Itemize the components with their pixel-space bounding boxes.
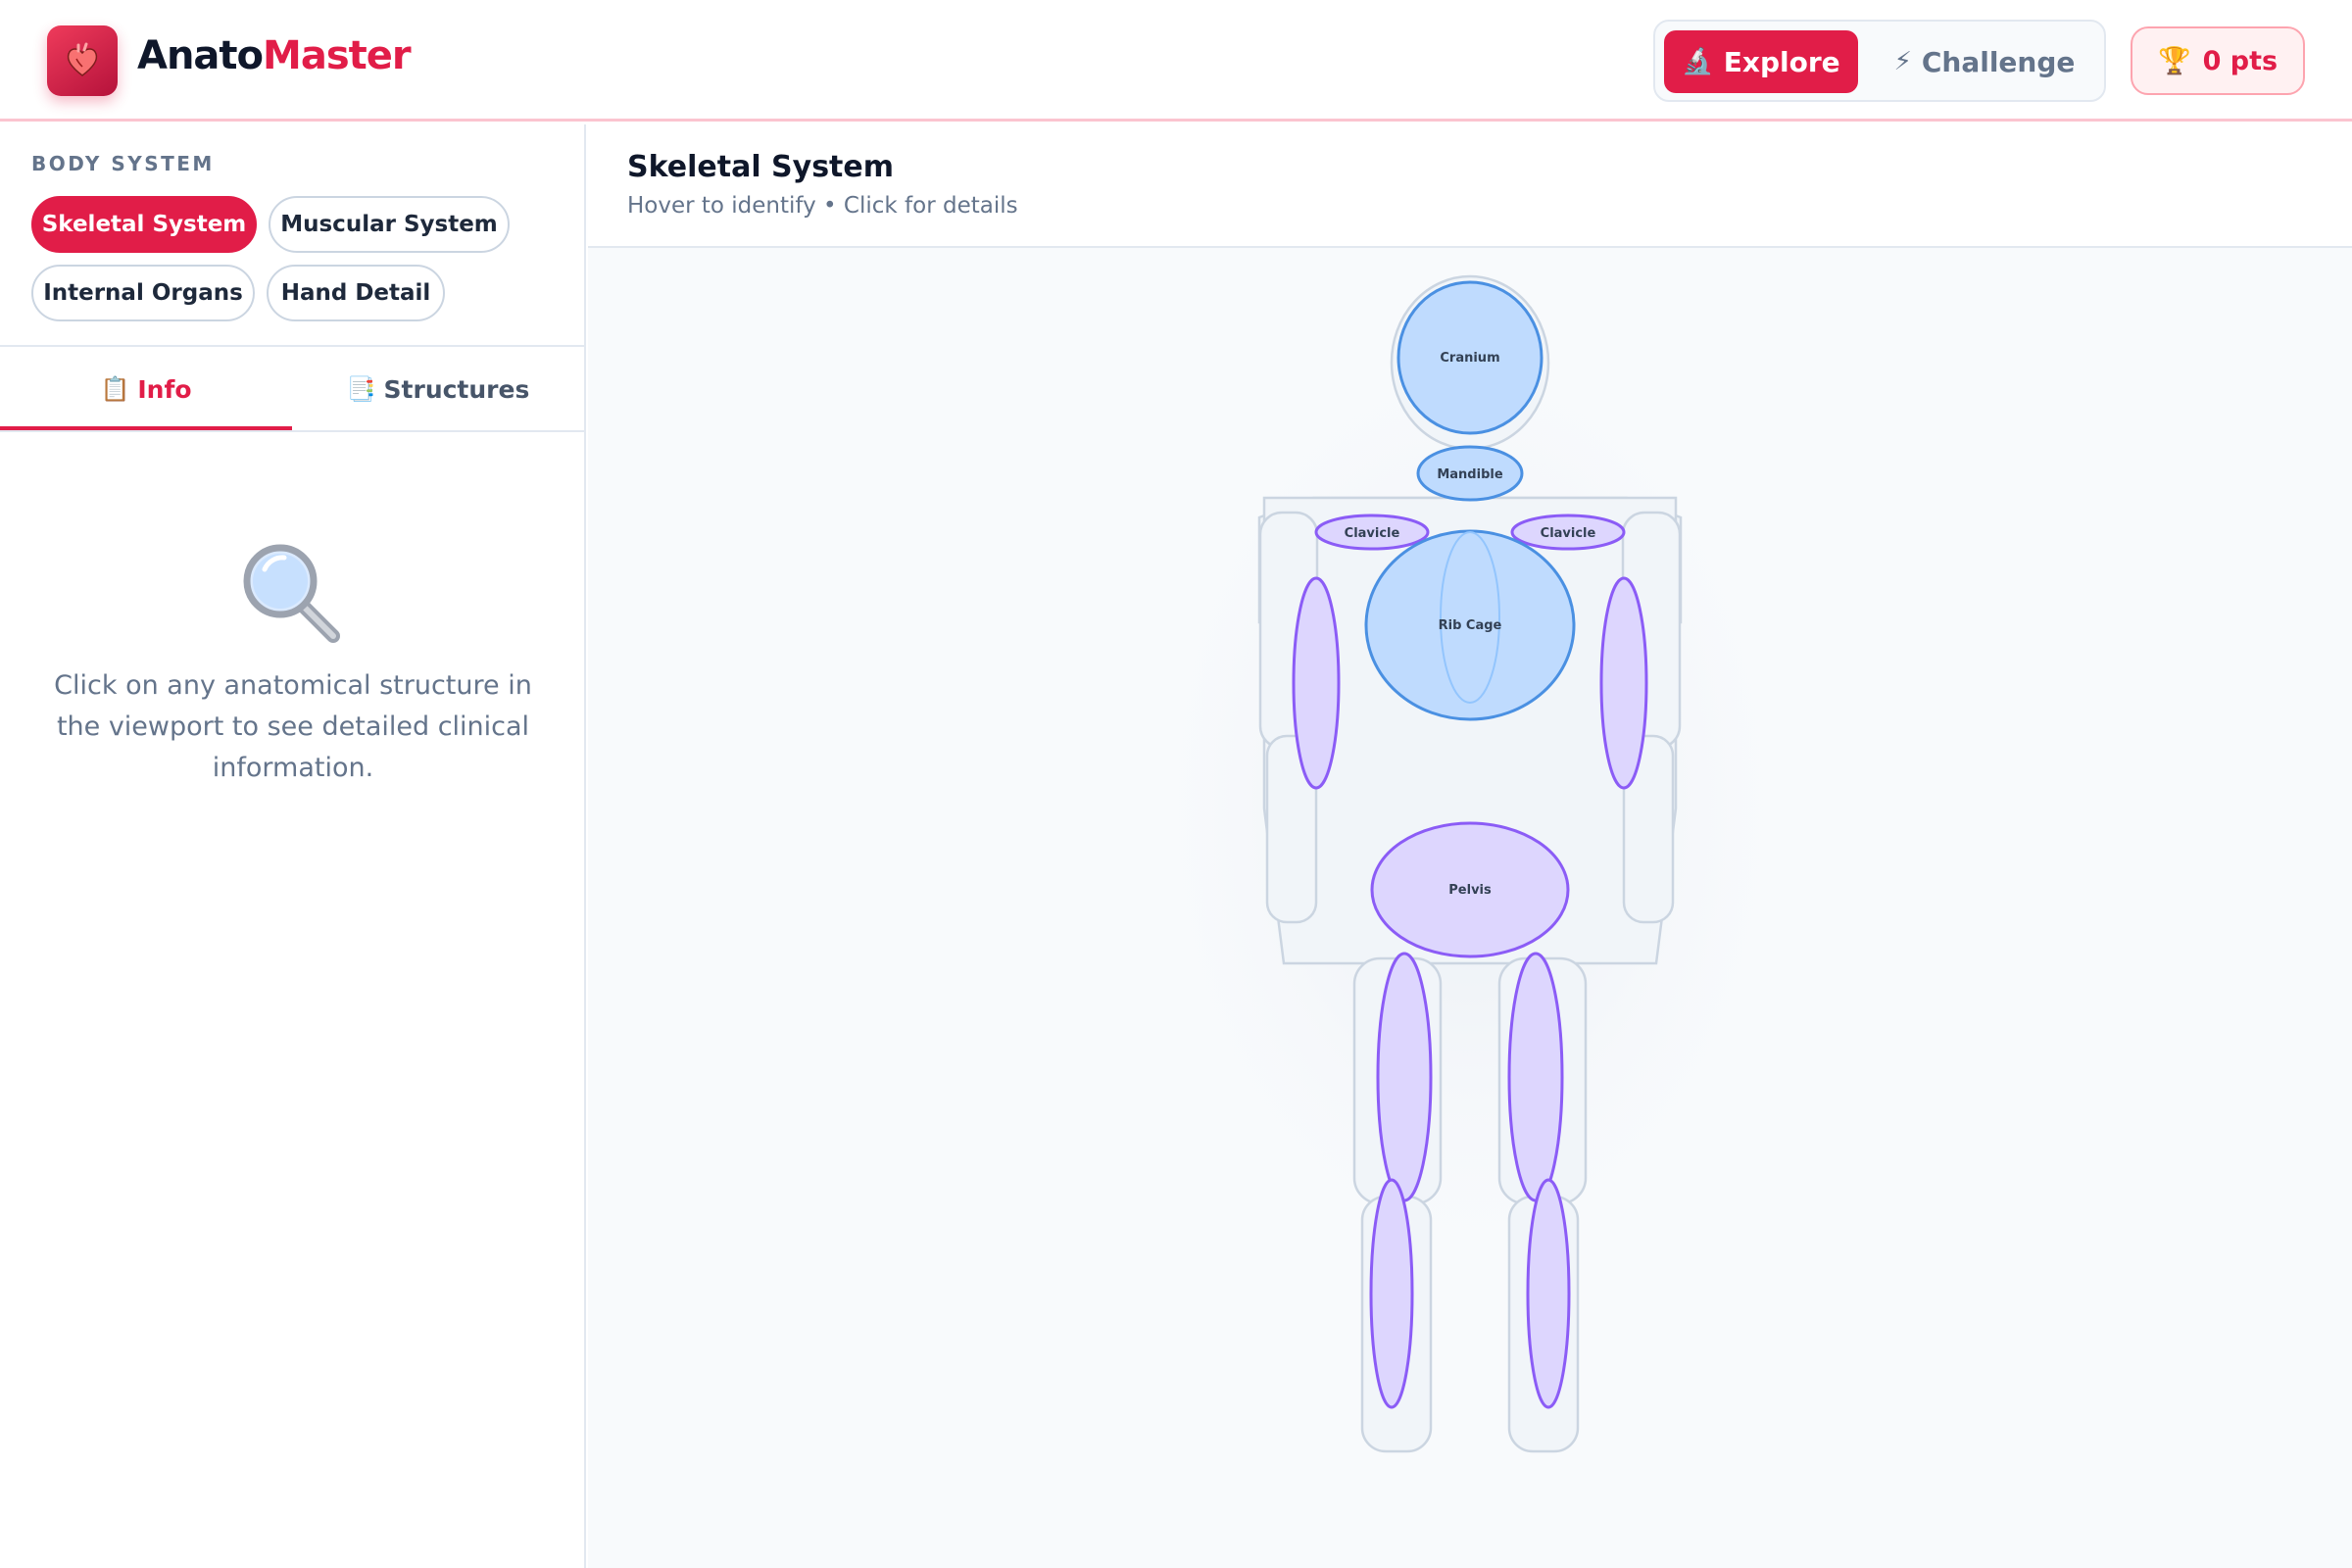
tibia-right-bone[interactable] [1526, 1178, 1571, 1409]
humerus-left-bone[interactable] [1292, 576, 1341, 790]
humerus-right-bone[interactable] [1599, 576, 1648, 790]
tab-structures[interactable]: 📑 Structures [292, 347, 584, 431]
femur-right-bone[interactable] [1507, 952, 1564, 1202]
app-logo [47, 25, 118, 96]
clavicle-left-label: Clavicle [1345, 526, 1400, 541]
divider [0, 430, 584, 432]
tab-info-label: Info [137, 374, 192, 404]
points-value: 0 pts [2202, 45, 2278, 76]
cranium-label: Cranium [1440, 351, 1499, 366]
clipboard-icon: 📋 [100, 375, 130, 403]
app-header: AnatoMaster 🔬 Explore ⚡ Challenge 🏆 0 pt… [0, 0, 2352, 122]
mode-toggle: 🔬 Explore ⚡ Challenge [1653, 20, 2106, 102]
empty-state-text: Click on any anatomical structure in the… [54, 670, 532, 783]
rib-cage-label: Rib Cage [1439, 618, 1502, 633]
tab-structures-label: Structures [383, 374, 530, 404]
tibia-left-bone[interactable] [1369, 1178, 1414, 1409]
system-chip-muscular[interactable]: Muscular System [269, 196, 510, 253]
skeleton-figure: Cranium Mandible Clavicle Clavicle Rib C… [1117, 274, 1823, 1453]
microscope-icon: 🔬 [1682, 47, 1714, 76]
explore-mode-button[interactable]: 🔬 Explore [1664, 30, 1858, 93]
mandible-label: Mandible [1437, 467, 1502, 482]
app-name: AnatoMaster [137, 33, 412, 78]
anatomical-heart-icon [67, 42, 98, 76]
page-title: Skeletal System [627, 150, 895, 184]
challenge-label: Challenge [1921, 45, 2076, 78]
magnifier-icon [243, 544, 340, 643]
body-system-heading: BODY SYSTEM [31, 152, 215, 175]
sidebar: BODY SYSTEM Skeletal System Muscular Sys… [0, 124, 586, 1568]
page-subtitle: Hover to identify • Click for details [627, 193, 1018, 219]
points-badge: 🏆 0 pts [2131, 26, 2305, 95]
anatomy-viewport[interactable]: Cranium Mandible Clavicle Clavicle Rib C… [588, 248, 2352, 1568]
challenge-mode-button[interactable]: ⚡ Challenge [1873, 30, 2096, 93]
list-icon: 📑 [346, 375, 376, 403]
pelvis-label: Pelvis [1448, 883, 1492, 898]
clavicle-right-label: Clavicle [1541, 526, 1596, 541]
system-chip-skeletal[interactable]: Skeletal System [31, 196, 257, 253]
femur-left-bone[interactable] [1376, 952, 1433, 1202]
viewport-header: Skeletal System Hover to identify • Clic… [588, 124, 2352, 248]
tab-info[interactable]: 📋 Info [0, 347, 292, 431]
explore-label: Explore [1723, 45, 1840, 78]
lightning-icon: ⚡ [1893, 47, 1912, 76]
system-chip-hand[interactable]: Hand Detail [267, 265, 445, 321]
system-chip-organs[interactable]: Internal Organs [31, 265, 255, 321]
trophy-icon: 🏆 [2157, 46, 2191, 76]
